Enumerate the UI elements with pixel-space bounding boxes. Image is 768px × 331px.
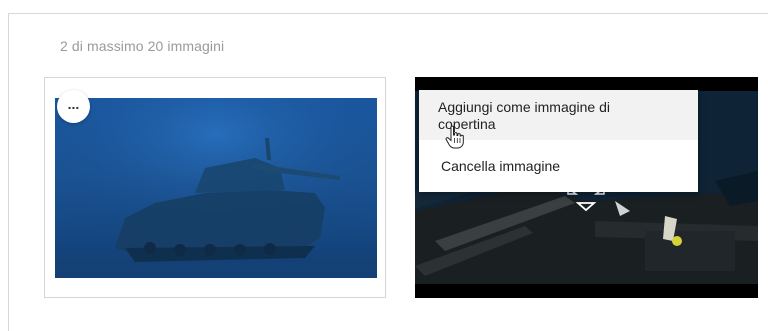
tank-photo: [55, 98, 377, 278]
more-options-icon: ...: [67, 96, 80, 112]
image-count-label: 2 di massimo 20 immagini: [60, 38, 225, 54]
hand-pointer-icon: [445, 125, 464, 149]
image-thumbnail-tank[interactable]: [55, 98, 377, 278]
image-options-button[interactable]: ...: [57, 90, 90, 123]
menu-item-delete-image[interactable]: Cancella immagine: [419, 157, 698, 177]
image-tile-1[interactable]: [44, 77, 386, 298]
